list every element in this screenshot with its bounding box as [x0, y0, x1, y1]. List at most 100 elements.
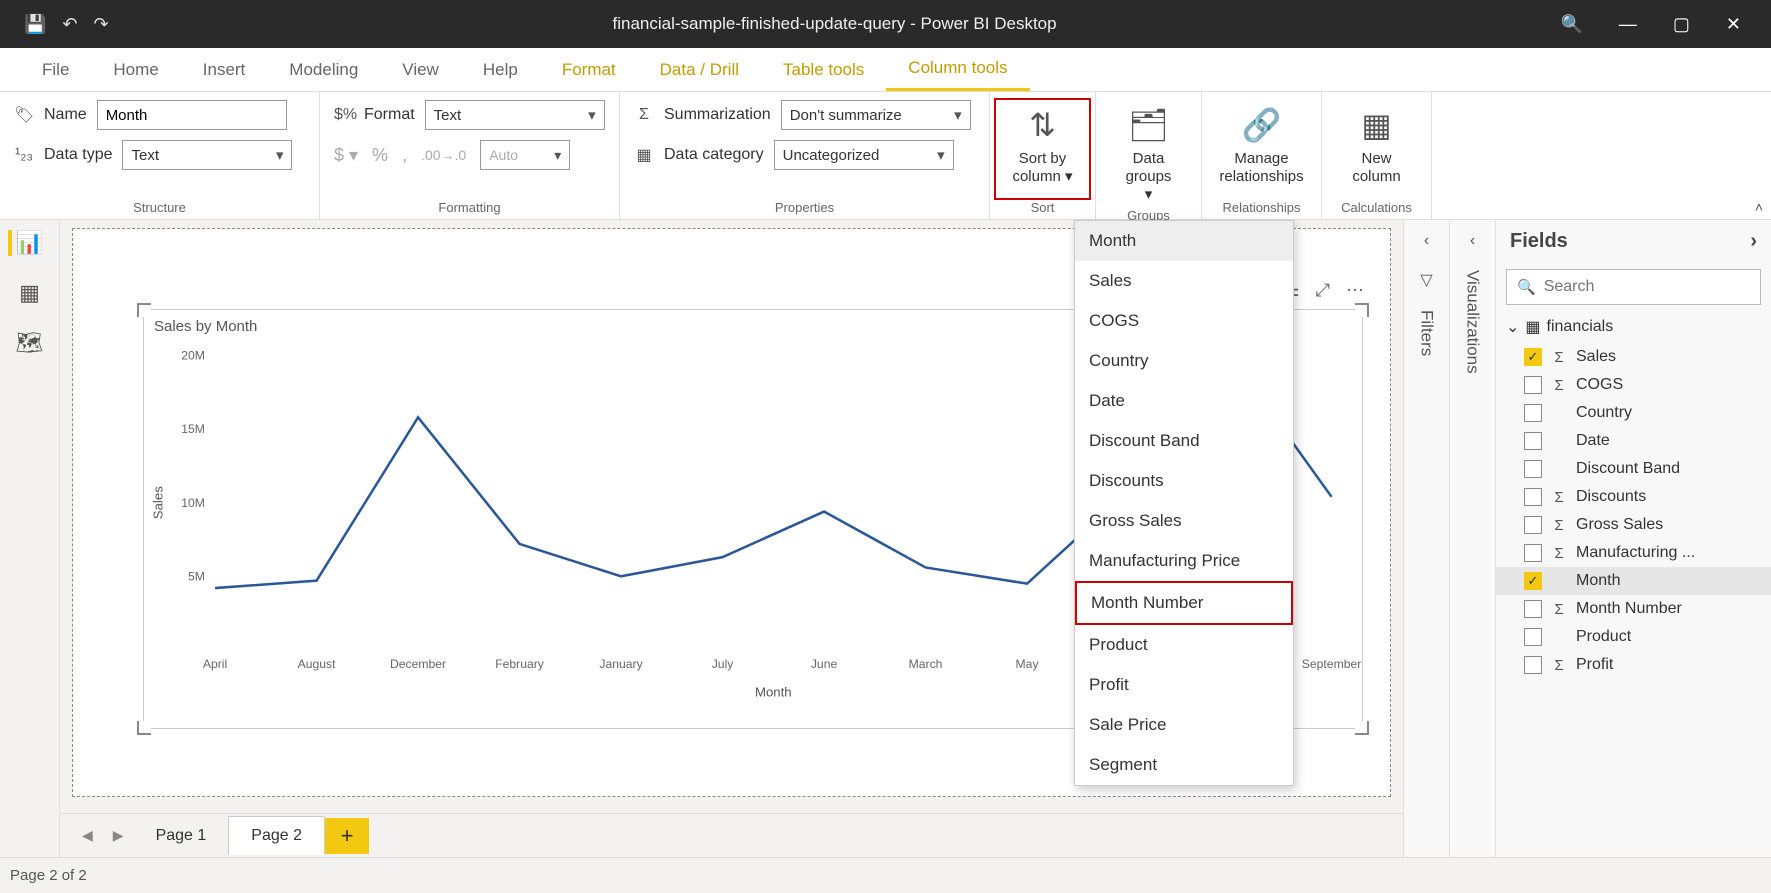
checkbox[interactable] — [1524, 488, 1542, 506]
dropdown-item[interactable]: Month Number — [1075, 581, 1293, 625]
svg-text:5M: 5M — [188, 569, 205, 583]
page-prev-icon[interactable]: ◀ — [72, 827, 103, 844]
dropdown-item[interactable]: Gross Sales — [1075, 501, 1293, 541]
table-node[interactable]: ⌄ ▦ financials — [1496, 311, 1771, 343]
field-item[interactable]: ΣMonth Number — [1496, 595, 1771, 623]
data-view-icon[interactable]: ▦ — [19, 280, 40, 306]
manage-relationships-button[interactable]: 🔗 Managerelationships — [1216, 100, 1307, 200]
page-tab-1[interactable]: Page 1 — [134, 817, 229, 855]
checkbox[interactable] — [1524, 432, 1542, 450]
save-icon[interactable]: 💾 — [24, 14, 46, 35]
dropdown-item[interactable]: COGS — [1075, 301, 1293, 341]
page-tab-2[interactable]: Page 2 — [228, 816, 325, 855]
tab-format[interactable]: Format — [540, 48, 638, 91]
name-input[interactable] — [97, 100, 287, 130]
minimize-icon[interactable]: — — [1619, 14, 1637, 35]
field-item[interactable]: ΣManufacturing ... — [1496, 539, 1771, 567]
field-item[interactable]: ✓Month — [1496, 567, 1771, 595]
dropdown-item[interactable]: Discounts — [1075, 461, 1293, 501]
field-item[interactable]: ΣProfit — [1496, 651, 1771, 679]
visual-focus-icon[interactable]: ⤢ — [1316, 280, 1332, 301]
resize-handle[interactable] — [1355, 303, 1369, 317]
dropdown-item[interactable]: Date — [1075, 381, 1293, 421]
dropdown-item[interactable]: Manufacturing Price — [1075, 541, 1293, 581]
checkbox[interactable] — [1524, 516, 1542, 534]
dropdown-item[interactable]: Product — [1075, 625, 1293, 665]
tab-home[interactable]: Home — [91, 48, 180, 91]
field-item[interactable]: ✓ΣSales — [1496, 343, 1771, 371]
dropdown-item[interactable]: Month — [1075, 221, 1293, 261]
field-item[interactable]: Product — [1496, 623, 1771, 651]
sort-by-column-button[interactable]: ⇅ Sort bycolumn ▾ — [994, 98, 1091, 200]
collapse-ribbon-icon[interactable]: ˄ — [1755, 199, 1763, 215]
field-name: Profit — [1576, 656, 1613, 674]
checkbox[interactable] — [1524, 628, 1542, 646]
tab-insert[interactable]: Insert — [181, 48, 268, 91]
fields-header-label: Fields — [1510, 230, 1568, 253]
relationships-icon: 🔗 — [1242, 104, 1282, 146]
field-item[interactable]: Date — [1496, 427, 1771, 455]
datatype-select[interactable]: Text — [122, 140, 292, 170]
chevron-right-icon[interactable]: › — [1750, 230, 1757, 253]
fields-search-input[interactable] — [1544, 278, 1751, 296]
tab-help[interactable]: Help — [461, 48, 540, 91]
redo-icon[interactable]: ↷ — [94, 14, 109, 35]
model-view-icon[interactable]: 🗺 — [16, 330, 44, 356]
undo-icon[interactable]: ↶ — [62, 14, 77, 35]
datacategory-select[interactable]: Uncategorized — [774, 140, 954, 170]
tab-table-tools[interactable]: Table tools — [761, 48, 886, 91]
page-next-icon[interactable]: ▶ — [103, 827, 134, 844]
tab-modeling[interactable]: Modeling — [267, 48, 380, 91]
field-item[interactable]: Discount Band — [1496, 455, 1771, 483]
resize-handle[interactable] — [137, 721, 151, 735]
field-item[interactable]: ΣGross Sales — [1496, 511, 1771, 539]
svg-text:April: April — [203, 657, 227, 671]
close-icon[interactable]: ✕ — [1726, 14, 1741, 35]
tab-view[interactable]: View — [380, 48, 461, 91]
fields-search[interactable]: 🔍 — [1506, 269, 1761, 305]
new-column-button[interactable]: ▦ Newcolumn — [1336, 100, 1417, 200]
dropdown-item[interactable]: Sales — [1075, 261, 1293, 301]
format-select[interactable]: Text — [425, 100, 605, 130]
checkbox[interactable]: ✓ — [1524, 572, 1542, 590]
dropdown-item[interactable]: Sale Price — [1075, 705, 1293, 745]
checkbox[interactable]: ✓ — [1524, 348, 1542, 366]
checkbox[interactable] — [1524, 376, 1542, 394]
dropdown-item[interactable]: Country — [1075, 341, 1293, 381]
field-item[interactable]: Country — [1496, 399, 1771, 427]
maximize-icon[interactable]: ▢ — [1673, 14, 1690, 35]
dropdown-item[interactable]: Profit — [1075, 665, 1293, 705]
visualizations-pane-collapsed[interactable]: ‹ Visualizations — [1449, 220, 1495, 857]
checkbox[interactable] — [1524, 404, 1542, 422]
checkbox[interactable] — [1524, 656, 1542, 674]
field-name: Sales — [1576, 348, 1616, 366]
data-groups-button[interactable]: 🗂 Datagroups ▾ — [1110, 100, 1187, 208]
dropdown-item[interactable]: Segment — [1075, 745, 1293, 785]
field-item[interactable]: ΣDiscounts — [1496, 483, 1771, 511]
window-title: financial-sample-finished-update-query -… — [109, 14, 1561, 34]
search-icon[interactable]: 🔍 — [1560, 14, 1582, 35]
table-name: financials — [1547, 318, 1614, 336]
sigma-icon: Σ — [1550, 517, 1568, 534]
checkbox[interactable] — [1524, 544, 1542, 562]
tab-file[interactable]: File — [20, 48, 91, 91]
dropdown-item[interactable]: Discount Band — [1075, 421, 1293, 461]
field-item[interactable]: ΣCOGS — [1496, 371, 1771, 399]
field-name: COGS — [1576, 376, 1623, 394]
checkbox[interactable] — [1524, 460, 1542, 478]
svg-text:February: February — [495, 657, 545, 671]
report-view-icon[interactable]: 📊 — [8, 230, 43, 256]
expand-icon: ⌄ — [1506, 317, 1519, 337]
resize-handle[interactable] — [1355, 721, 1369, 735]
ribbon: 🏷 Name ¹₂₃ Data type Text Structure $% F… — [0, 92, 1771, 220]
tab-column-tools[interactable]: Column tools — [886, 48, 1029, 91]
filters-pane-collapsed[interactable]: ‹ ▽ Filters — [1403, 220, 1449, 857]
add-page-button[interactable]: + — [325, 818, 369, 854]
tab-data-drill[interactable]: Data / Drill — [638, 48, 761, 91]
decimals-input: Auto — [480, 140, 570, 170]
summarization-select[interactable]: Don't summarize — [781, 100, 971, 130]
checkbox[interactable] — [1524, 600, 1542, 618]
resize-handle[interactable] — [137, 303, 151, 317]
visual-more-icon[interactable]: ⋯ — [1346, 280, 1366, 301]
field-name: Product — [1576, 628, 1631, 646]
